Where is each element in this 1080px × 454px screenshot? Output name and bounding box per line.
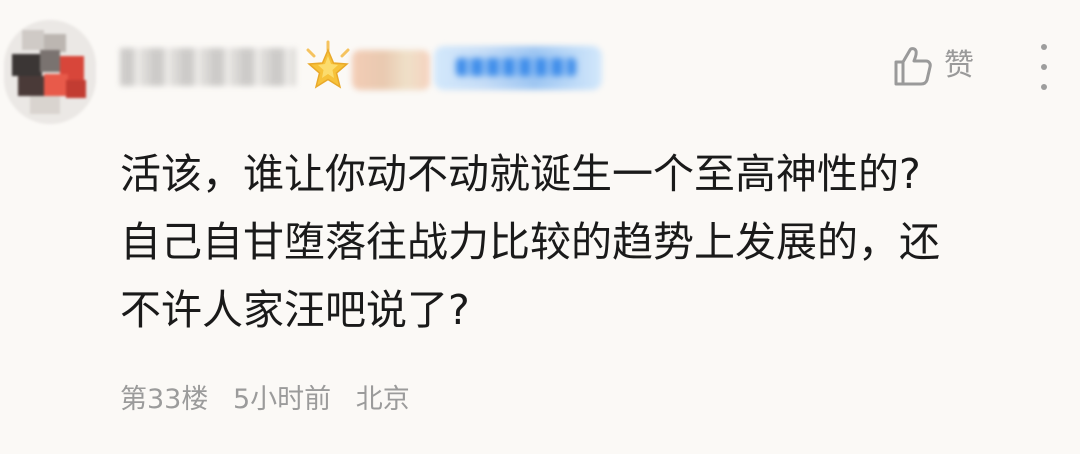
comment-text: 活该，谁让你动不动就诞生一个至高神性的? 自己自甘堕落往战力比较的趋势上发展的，… — [120, 140, 1060, 344]
username[interactable] — [120, 48, 296, 86]
comment-item: 赞 活该，谁让你动不动就诞生一个至高神性的? 自己自甘堕落往战力比较的趋势上发展… — [0, 0, 1080, 454]
location: 北京 — [355, 384, 410, 415]
level-badge — [352, 50, 430, 90]
more-vertical-icon[interactable] — [1032, 44, 1056, 90]
floor-number: 第33楼 — [120, 384, 209, 415]
comment-header — [120, 40, 680, 92]
star-icon — [298, 40, 358, 96]
post-time: 5小时前 — [232, 384, 332, 415]
comment-line: 活该，谁让你动不动就诞生一个至高神性的? — [120, 150, 921, 198]
comment-meta: 第33楼 5小时前 北京 — [120, 380, 426, 420]
comment-line: 自己自甘堕落往战力比较的趋势上发展的，还 — [120, 218, 940, 266]
vip-badge — [434, 46, 602, 90]
like-button[interactable]: 赞 — [890, 40, 974, 92]
like-label: 赞 — [944, 48, 974, 83]
thumbs-up-icon — [894, 47, 932, 86]
comment-line: 不许人家汪吧说了? — [120, 286, 470, 334]
avatar[interactable] — [4, 20, 96, 124]
